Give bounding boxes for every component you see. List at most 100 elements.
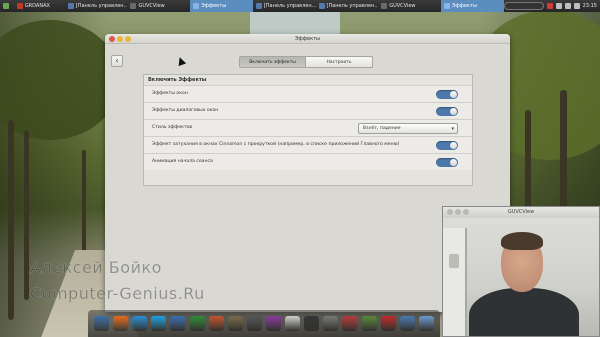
skype-icon[interactable] [151, 316, 167, 331]
webcam-icon[interactable] [285, 316, 301, 331]
back-button[interactable]: ‹ [111, 55, 123, 67]
taskbar-item-label: [Панель управлен... [75, 3, 128, 9]
section-title: Включить Эффекты [148, 77, 207, 83]
dock [88, 310, 440, 337]
text-editor-icon[interactable] [227, 316, 243, 331]
top-panel: GRDANAX [Панель управлен... GUVCView Эффект… [0, 0, 600, 12]
menu-button[interactable] [0, 0, 14, 12]
taskbar-item[interactable]: GUVCView [127, 0, 190, 12]
setting-row-fade-effect: Эффект затухания в окнах Cinnamon с прок… [144, 136, 472, 153]
toggle-knob [450, 142, 457, 149]
volume-icon[interactable] [564, 3, 571, 9]
system-tray: 23:15 [503, 2, 600, 10]
webcam-titlebar[interactable]: GUVCView [443, 207, 599, 218]
taskbar-item[interactable]: Эффекты [190, 0, 253, 12]
taskbar-item-label: GUVCView [389, 3, 416, 9]
screenshot-icon[interactable] [266, 316, 282, 331]
setting-label: Анимация начала сеанса [152, 159, 213, 164]
minimize-icon[interactable] [455, 209, 461, 215]
tab-enable-effects[interactable]: Включить эффекты [239, 56, 306, 68]
effects-settings-panel: Включить Эффекты Эффекты окон Эффекты ди… [143, 74, 473, 186]
maximize-icon[interactable] [463, 209, 469, 215]
archive-icon[interactable] [361, 316, 377, 331]
taskbar-item-label: GRDANAX [24, 3, 50, 9]
taskbar-item[interactable]: [Панель управлен... [316, 0, 379, 12]
clock[interactable]: 23:15 [583, 3, 597, 9]
taskbar-app-icon [130, 3, 137, 9]
window-controls [109, 36, 131, 42]
taskbar-item[interactable]: GUVCView [378, 0, 441, 12]
setting-row-dialog-effects: Эффекты диалоговых окон [144, 102, 472, 119]
minimize-icon[interactable] [117, 36, 123, 42]
media-icon[interactable] [342, 316, 358, 331]
taskbar-item[interactable]: [Панель управлен... [253, 0, 316, 12]
anchor-icon[interactable] [94, 316, 110, 331]
setting-label: Эффекты диалоговых окон [152, 108, 219, 113]
toggle-knob [450, 108, 457, 115]
fade-effect-toggle[interactable] [436, 141, 458, 150]
watermark-site: Computer-Genius.Ru [30, 284, 205, 304]
taskbar-app-icon [255, 3, 262, 9]
taskbar-app-icon [16, 3, 23, 9]
taskbar-item[interactable]: Эффекты [440, 0, 504, 12]
play-icon[interactable] [132, 316, 148, 331]
recorder-icon[interactable] [380, 316, 396, 331]
taskbar-item[interactable]: [Панель управлен... [65, 0, 128, 12]
webcam-person-body [469, 288, 579, 336]
webcam-video-feed [443, 218, 599, 336]
maximize-icon[interactable] [125, 36, 131, 42]
taskbar-item-label: Эффекты [451, 3, 477, 9]
webcam-background-switch [449, 254, 459, 268]
taskbar-app-icon [318, 3, 325, 9]
dropdown-value: Взлёт, падение [363, 126, 401, 131]
toggle-knob [450, 159, 457, 166]
terminal-icon[interactable] [304, 316, 320, 331]
mouse-cursor-icon [175, 55, 187, 67]
taskbar-item-label: GUVCView [138, 3, 165, 9]
setting-row-session-animation: Анимация начала сеанса [144, 153, 472, 170]
watermark-author: Алексей Бойко [30, 258, 162, 278]
window-title: Эффекты [295, 36, 320, 42]
tools-icon[interactable] [246, 316, 262, 331]
webcam-window-title: GUVCView [507, 209, 535, 215]
battery-icon[interactable] [573, 3, 580, 9]
close-icon[interactable] [447, 209, 453, 215]
tab-customize[interactable]: Настроить [306, 56, 373, 68]
setting-label: Стиль эффектов [152, 125, 193, 130]
effects-style-dropdown[interactable]: Взлёт, падение ▾ [358, 123, 458, 134]
taskbar-item-label: Эффекты [201, 3, 227, 9]
tab-bar: Включить эффекты Настроить [239, 56, 373, 68]
setting-row-effects-style: Стиль эффектов Взлёт, падение ▾ [144, 119, 472, 136]
presentation-icon[interactable] [208, 316, 224, 331]
firefox-icon[interactable] [113, 316, 129, 331]
calculator-icon[interactable] [323, 316, 339, 331]
document-icon[interactable] [170, 316, 186, 331]
wallpaper-foliage [0, 20, 120, 140]
settings-icon[interactable] [399, 316, 415, 331]
window-titlebar[interactable]: Эффекты [105, 34, 510, 44]
close-icon[interactable] [109, 36, 115, 42]
wallpaper-trunk [24, 130, 29, 300]
files-icon[interactable] [418, 316, 434, 331]
session-animation-toggle[interactable] [436, 158, 458, 167]
wallpaper-trunk [8, 120, 14, 320]
window-effects-toggle[interactable] [436, 90, 458, 99]
panel-search-field[interactable] [503, 2, 544, 10]
setting-label: Эффекты окон [152, 91, 188, 96]
dialog-effects-toggle[interactable] [436, 107, 458, 116]
taskbar-item-label: [Панель управлен... [326, 3, 379, 9]
wallpaper-trunk [560, 90, 567, 210]
toggle-knob [450, 91, 457, 98]
spreadsheet-icon[interactable] [189, 316, 205, 331]
taskbar-app-icon [381, 3, 388, 9]
setting-label: Эффект затухания в окнах Cinnamon с прок… [152, 142, 400, 147]
webcam-person-hair [501, 232, 543, 250]
taskbar-app-icon [443, 3, 450, 9]
window-toolbar: ‹ Включить эффекты Настроить [105, 44, 510, 68]
flag-icon[interactable] [546, 3, 553, 9]
webcam-window: GUVCView [442, 206, 600, 337]
taskbar-item-label: [Панель управлен... [263, 3, 316, 9]
network-icon[interactable] [555, 3, 562, 9]
webcam-window-controls [447, 209, 469, 215]
taskbar-item[interactable]: GRDANAX [14, 0, 65, 12]
